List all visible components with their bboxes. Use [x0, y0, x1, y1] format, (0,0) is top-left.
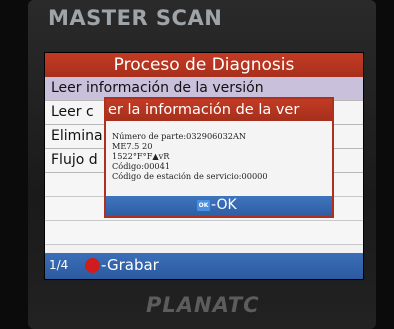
ecu-version-line: ME7.5 20	[112, 141, 153, 151]
record-icon[interactable]	[85, 258, 100, 273]
page-indicator: 1/4	[49, 258, 69, 272]
status-bar: 1/4 -Grabar	[45, 253, 363, 279]
page-title: Proceso de Diagnosis	[45, 53, 363, 77]
dialog-title: er la información de la ver	[106, 99, 332, 121]
dialog-body: Número de parte:032906032AN ME7.5 20 152…	[112, 131, 328, 181]
record-label[interactable]: -Grabar	[101, 256, 159, 274]
coding-variant-line: 1522°F°F▲vR	[112, 151, 170, 161]
ok-button[interactable]: OK -OK	[106, 196, 332, 216]
empty-row	[45, 221, 363, 245]
device-screen: Proceso de Diagnosis Leer información de…	[44, 52, 364, 280]
brand-label: MASTER SCAN	[48, 6, 223, 30]
ok-label: -OK	[211, 197, 237, 213]
ok-key-icon: OK	[197, 200, 210, 211]
version-info-dialog: er la información de la ver Número de pa…	[104, 97, 334, 218]
workshop-code-line: Código de estación de servicio:00000	[112, 171, 268, 181]
code-line: Código:00041	[112, 161, 171, 171]
manufacturer-logo: PLANATC	[146, 293, 260, 317]
part-number-line: Número de parte:032906032AN	[112, 131, 247, 141]
